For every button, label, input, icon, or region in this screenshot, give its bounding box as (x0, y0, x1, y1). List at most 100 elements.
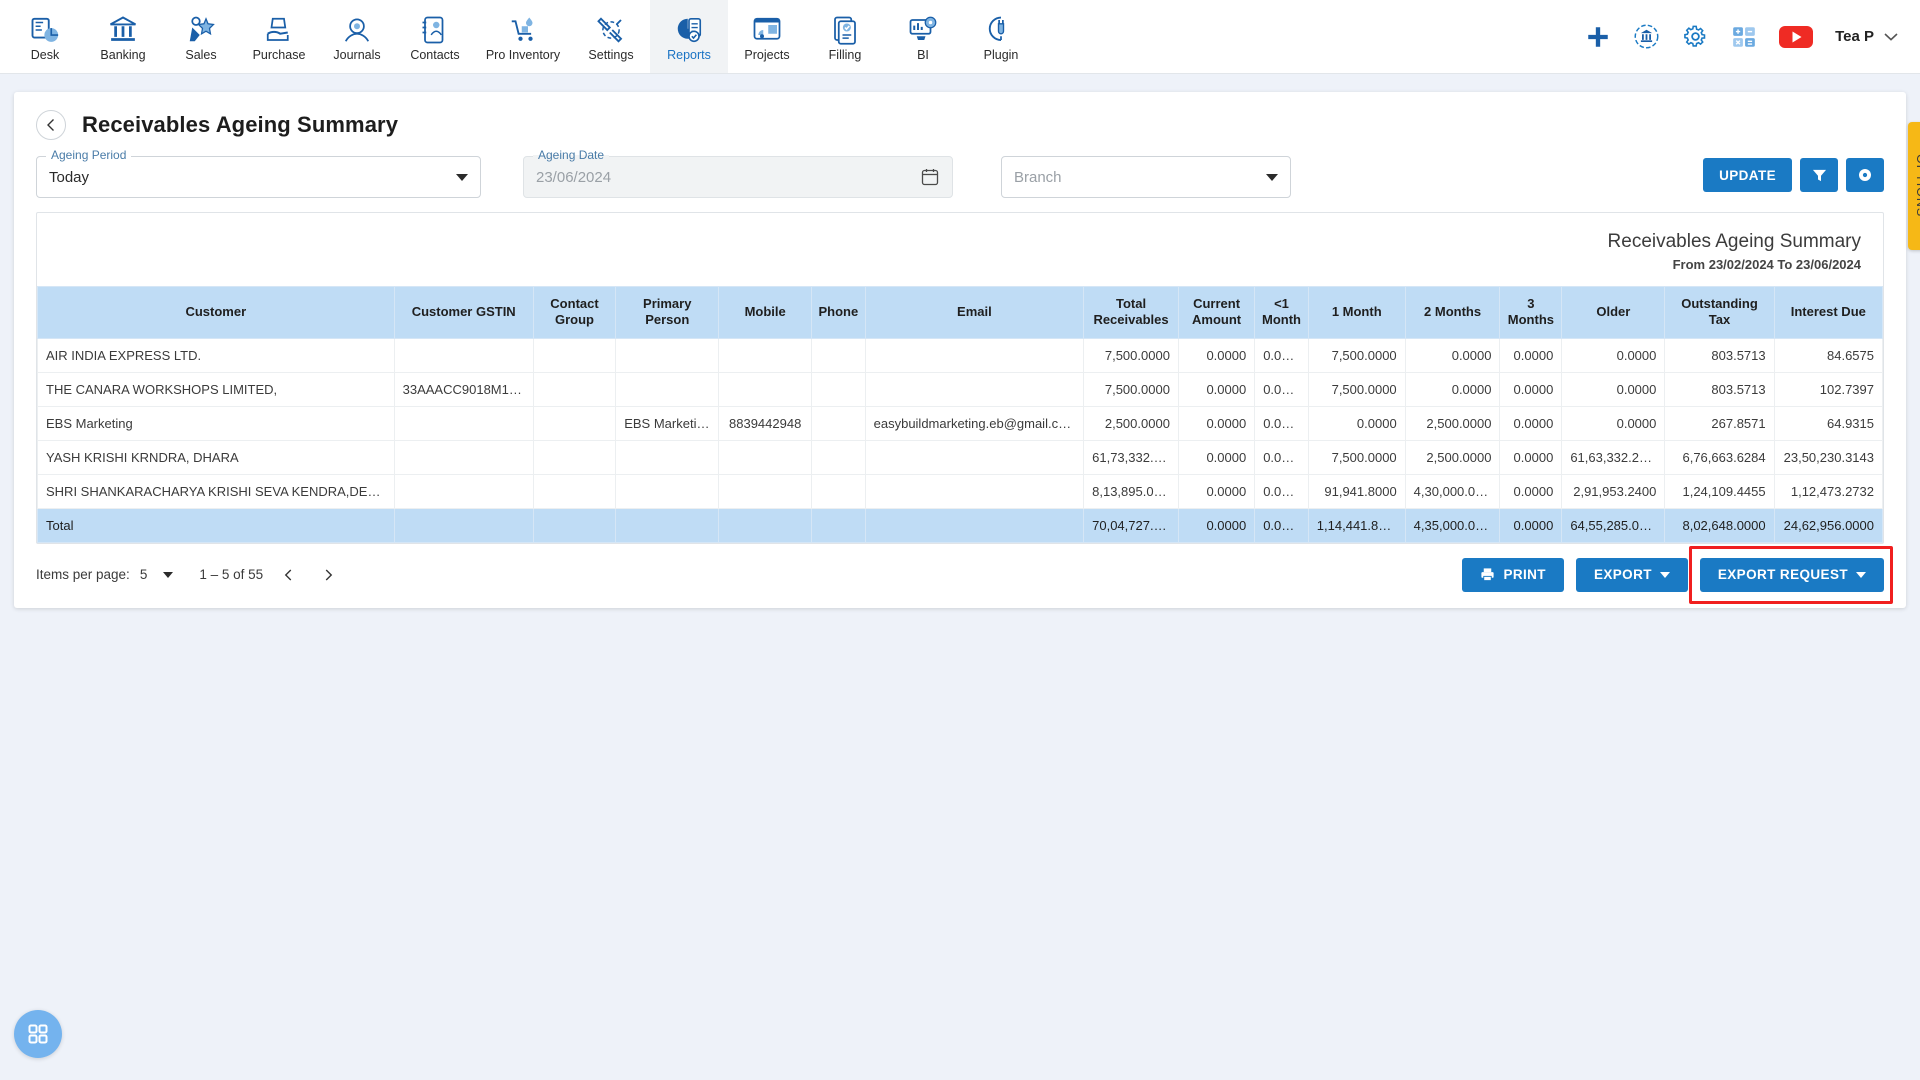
cell-contact-group (532, 507, 617, 543)
cell-m3: 0.0000 (1499, 337, 1563, 373)
cell-older: 0.0000 (1561, 337, 1666, 373)
report-header: Receivables Ageing Summary From 23/02/20… (37, 213, 1883, 286)
nav-item-banking[interactable]: Banking (84, 0, 162, 73)
gear-icon[interactable] (1682, 23, 1709, 50)
filter-button[interactable] (1800, 158, 1838, 192)
cell-interest-due: 84.6575 (1773, 337, 1884, 373)
nav-item-label: Reports (667, 48, 711, 62)
cell-contact-group (532, 371, 617, 407)
cell-mobile: 8839442948 (718, 405, 813, 441)
grid-apps-icon (28, 1024, 48, 1044)
nav-item-reports[interactable]: Reports (650, 0, 728, 73)
column-header: Primary Person (615, 286, 720, 339)
ageing-period-select[interactable]: Ageing Period Today (36, 148, 481, 198)
nav-item-settings[interactable]: Settings (572, 0, 650, 73)
cell-primary-person: EBS Marketing (615, 405, 720, 441)
cell-phone (811, 439, 866, 475)
journals-icon (344, 18, 370, 42)
nav-item-label: Desk (30, 48, 60, 62)
report-settings-button[interactable] (1846, 158, 1884, 192)
cell-m3: 0.0000 (1499, 405, 1563, 441)
report-date-range: From 23/02/2024 To 23/06/2024 (1672, 257, 1861, 272)
back-button[interactable] (36, 110, 66, 140)
export-request-label: EXPORT REQUEST (1717, 567, 1848, 582)
cell-m3: 0.0000 (1499, 507, 1563, 543)
chevron-down-icon (163, 571, 174, 578)
user-menu[interactable]: Tea P (1835, 28, 1898, 45)
export-button[interactable]: EXPORT (1575, 557, 1688, 592)
chevron-left-icon (284, 568, 291, 581)
items-per-page-label: Items per page: (36, 567, 130, 582)
cell-phone (811, 405, 866, 441)
cell-email (864, 507, 1085, 543)
cell-lt1-month: 0.0000 (1254, 439, 1309, 475)
cell-m2: 0.0000 (1404, 337, 1501, 373)
nav-item-projects[interactable]: Projects (728, 0, 806, 73)
cell-total-receivables: 7,500.0000 (1083, 337, 1179, 373)
page-card: OPTIONS Receivables Ageing Summary Agein… (14, 92, 1920, 608)
nav-item-pro-inventory[interactable]: Pro Inventory (474, 0, 572, 73)
purchase-icon (266, 17, 289, 41)
plus-icon[interactable] (1585, 24, 1611, 50)
funnel-icon (1812, 169, 1826, 181)
nav-item-contacts[interactable]: Contacts (396, 0, 474, 73)
cell-outstanding-tax: 6,76,663.6284 (1664, 439, 1775, 475)
cell-current-amount: 0.0000 (1177, 337, 1256, 373)
apps-fab-button[interactable] (14, 1010, 62, 1058)
cell-m3: 0.0000 (1499, 473, 1563, 509)
bi-icon (909, 16, 937, 40)
cell-m2: 2,500.0000 (1404, 405, 1501, 441)
nav-item-label: Projects (744, 48, 790, 62)
cell-m3: 0.0000 (1499, 371, 1563, 407)
nav-item-label: Contacts (410, 48, 460, 62)
nav-item-bi[interactable]: BI (884, 0, 962, 73)
paginator: Items per page: 5 1 – 5 of 55 (36, 560, 343, 590)
previous-page-button[interactable] (273, 560, 303, 590)
ageing-date-label: Ageing Date (533, 148, 610, 162)
settings-icon (597, 17, 623, 43)
reports-icon (677, 17, 702, 43)
cell-mobile (718, 507, 813, 543)
page-range: 1 – 5 of 55 (199, 567, 264, 582)
nav-item-label: Plugin (983, 48, 1019, 62)
cell-outstanding-tax: 803.5713 (1664, 337, 1775, 373)
nav-item-desk[interactable]: Desk (6, 0, 84, 73)
nav-item-label: Journals (333, 48, 381, 62)
ageing-date-field[interactable]: Ageing Date 23/06/2024 (523, 148, 953, 198)
next-page-button[interactable] (313, 560, 343, 590)
youtube-icon[interactable] (1779, 25, 1814, 49)
update-button[interactable]: UPDATE (1703, 158, 1792, 192)
cell-primary-person (615, 473, 720, 509)
calendar-icon[interactable] (920, 167, 940, 187)
chevron-left-icon (47, 119, 54, 131)
cell-m1: 1,14,441.8000 (1307, 507, 1406, 543)
cell-gstin (393, 405, 534, 441)
table-row: THE CANARA WORKSHOPS LIMITED, 33AAACC9018… (37, 371, 1884, 407)
chevron-down-icon (1884, 32, 1898, 41)
nav-item-journals[interactable]: Journals (318, 0, 396, 73)
cell-lt1-month: 0.0000 (1254, 337, 1309, 373)
items-per-page-select[interactable]: 5 (140, 567, 174, 582)
cell-contact-group (532, 405, 617, 441)
cell-lt1-month: 0.0000 (1254, 473, 1309, 509)
column-header: Older (1561, 286, 1666, 339)
branch-select[interactable]: Branch (1001, 156, 1291, 198)
cell-outstanding-tax: 803.5713 (1664, 371, 1775, 407)
nav-item-plugin[interactable]: Plugin (962, 0, 1040, 73)
options-tab[interactable]: OPTIONS (1908, 122, 1920, 250)
cell-lt1-month: 0.0000 (1254, 371, 1309, 407)
ageing-date-value: 23/06/2024 (536, 168, 612, 186)
bank-refresh-icon[interactable] (1633, 23, 1660, 50)
export-request-button[interactable]: EXPORT REQUEST (1699, 557, 1884, 592)
column-header: Contact Group (532, 286, 617, 339)
table-body: AIR INDIA EXPRESS LTD. 7,500.0000 0.0000 0.… (37, 337, 1884, 543)
cell-gstin: 33AAACC9018M1ZM (393, 371, 534, 407)
cell-email (864, 439, 1085, 475)
nav-item-sales[interactable]: Sales (162, 0, 240, 73)
nav-item-filling[interactable]: Filling (806, 0, 884, 73)
column-header: 1 Month (1307, 286, 1406, 339)
nav-item-label: Banking (100, 48, 146, 62)
calculator-icon[interactable] (1731, 24, 1757, 50)
print-button[interactable]: PRINT (1462, 557, 1564, 592)
nav-item-purchase[interactable]: Purchase (240, 0, 318, 73)
